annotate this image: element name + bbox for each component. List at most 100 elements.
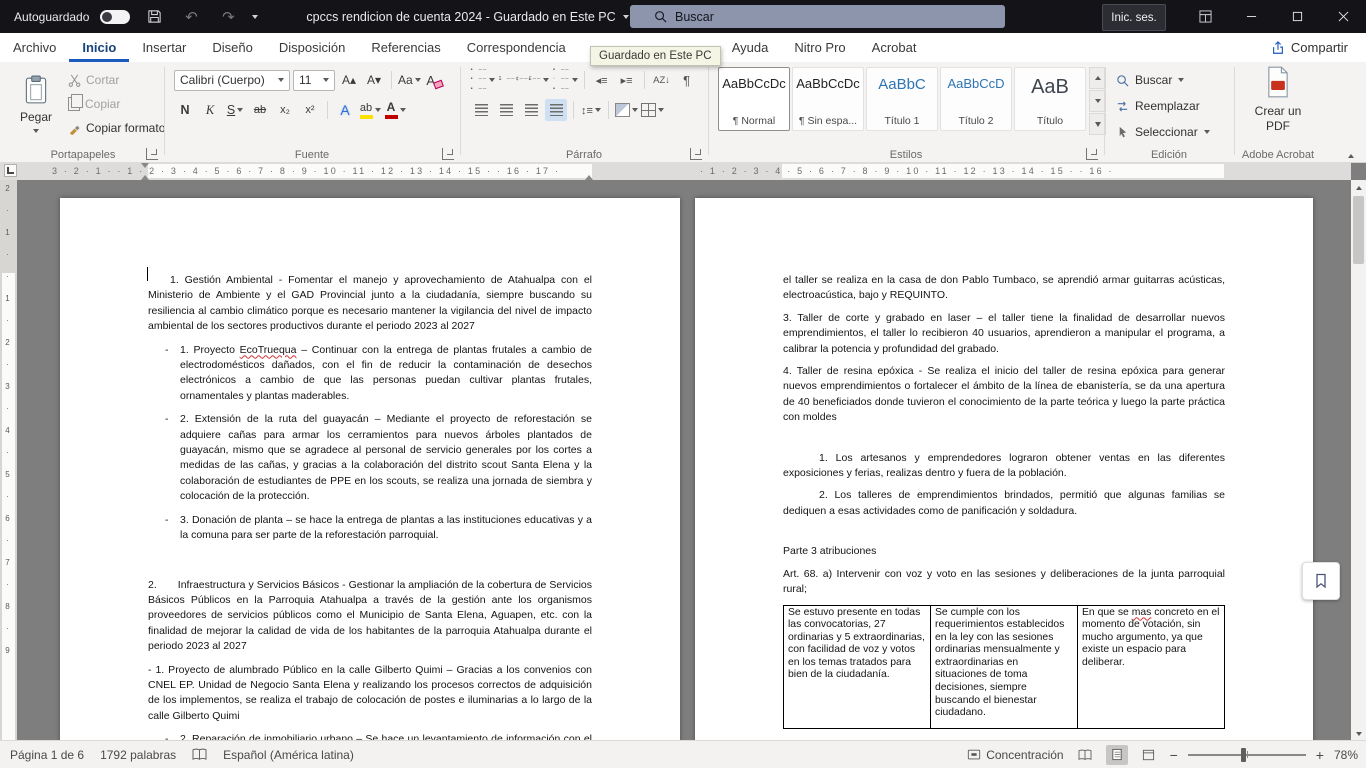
superscript-button[interactable]: x²: [299, 99, 321, 121]
tab-referencias[interactable]: Referencias: [358, 33, 453, 62]
language-indicator[interactable]: Español (América latina): [223, 748, 354, 762]
tab-diseno[interactable]: Diseño: [199, 33, 265, 62]
font-name-select[interactable]: Calibri (Cuerpo): [174, 70, 290, 91]
align-center-button[interactable]: [495, 99, 517, 121]
style-no-spacing[interactable]: AaBbCcDc ¶ Sin espa...: [792, 67, 864, 131]
change-case-button[interactable]: [398, 69, 421, 91]
zoom-in-button[interactable]: +: [1316, 748, 1324, 762]
tab-ayuda[interactable]: Ayuda: [719, 33, 782, 62]
style-title-label: Título: [1037, 115, 1063, 127]
style-normal[interactable]: AaBbCcDc ¶ Normal: [718, 67, 790, 131]
save-button[interactable]: [141, 5, 167, 29]
close-button[interactable]: [1320, 0, 1366, 33]
cut-button[interactable]: Cortar: [68, 69, 119, 91]
document-title-area[interactable]: cpccs rendicion de cuenta 2024 - Guardad…: [306, 10, 628, 24]
increase-indent-button[interactable]: [616, 69, 638, 91]
align-left-button[interactable]: [470, 99, 492, 121]
decrease-indent-button[interactable]: [591, 69, 613, 91]
tab-archivo[interactable]: Archivo: [0, 33, 69, 62]
bold-button[interactable]: N: [174, 99, 196, 121]
redo-button[interactable]: ↷: [215, 5, 241, 29]
style-normal-label: ¶ Normal: [733, 115, 775, 127]
print-layout-button[interactable]: [1106, 745, 1128, 765]
underline-button[interactable]: S: [224, 99, 246, 121]
styles-dialog-launcher[interactable]: [1086, 148, 1098, 160]
paste-button[interactable]: Pegar: [10, 68, 62, 144]
create-pdf-label: Crear un PDF: [1252, 104, 1304, 134]
text-effects-button[interactable]: [334, 99, 356, 121]
web-layout-button[interactable]: [1138, 745, 1160, 765]
font-color-button[interactable]: [384, 99, 406, 121]
search-box[interactable]: Buscar: [630, 5, 1005, 28]
zoom-out-button[interactable]: −: [1170, 748, 1178, 762]
read-mode-button[interactable]: [1074, 745, 1096, 765]
borders-button[interactable]: [641, 99, 664, 121]
style-heading2[interactable]: AaBbCcD Título 2: [940, 67, 1012, 131]
sort-button[interactable]: [651, 69, 673, 91]
page-indicator[interactable]: Página 1 de 6: [10, 748, 84, 762]
horizontal-ruler[interactable]: 3 · 2 · 1 · · 1 · 2 · 3 · 4 · 5 · 6 · 7 …: [0, 162, 1351, 180]
highlight-button[interactable]: [359, 99, 381, 121]
clipboard-dialog-launcher[interactable]: [146, 148, 158, 160]
grow-font-button[interactable]: [338, 69, 360, 91]
zoom-slider[interactable]: [1188, 754, 1306, 756]
paragraph-dialog-launcher[interactable]: [690, 148, 702, 160]
justify-icon: [550, 104, 563, 116]
word-count[interactable]: 1792 palabras: [100, 748, 176, 762]
style-title[interactable]: AaB Título: [1014, 67, 1086, 131]
focus-mode-button[interactable]: Concentración: [967, 748, 1063, 762]
strikethrough-button[interactable]: ab: [249, 99, 271, 121]
replace-button[interactable]: Reemplazar: [1116, 95, 1200, 117]
vertical-scrollbar[interactable]: [1351, 180, 1366, 741]
group-font: Calibri (Cuerpo) 11 N K S: [166, 62, 458, 146]
scroll-down-button[interactable]: [1351, 726, 1366, 741]
justify-button[interactable]: [545, 99, 567, 121]
page-2[interactable]: el taller se realiza en la casa de don P…: [695, 198, 1313, 741]
copy-button[interactable]: Copiar: [68, 93, 120, 115]
share-button[interactable]: Compartir: [1253, 33, 1366, 62]
page-1[interactable]: 1. Gestión Ambiental - Fomentar el manej…: [60, 198, 680, 741]
italic-button[interactable]: K: [199, 99, 221, 121]
tab-correspondencia[interactable]: Correspondencia: [454, 33, 579, 62]
maximize-button[interactable]: [1274, 0, 1320, 33]
scrollbar-thumb[interactable]: [1353, 196, 1364, 264]
autosave-toggle[interactable]: [100, 10, 130, 24]
vertical-ruler[interactable]: 2 · 1 · · 1 · 2 · 3 · 4 · 5 · 6 · 7 · 8 …: [0, 180, 17, 741]
find-button[interactable]: Buscar: [1116, 69, 1184, 91]
numbering-button[interactable]: [498, 69, 549, 91]
style-heading1[interactable]: AaBbC Título 1: [866, 67, 938, 131]
show-marks-button[interactable]: [676, 69, 698, 91]
tab-acrobat[interactable]: Acrobat: [859, 33, 930, 62]
select-button[interactable]: Seleccionar: [1116, 121, 1210, 143]
tab-selector[interactable]: [4, 164, 17, 177]
bullets-button[interactable]: [470, 69, 495, 91]
font-size-select[interactable]: 11: [293, 70, 335, 91]
bookmark-margin-button[interactable]: [1302, 562, 1340, 600]
font-dialog-launcher[interactable]: [442, 148, 454, 160]
format-painter-button[interactable]: Copiar formato: [68, 117, 165, 139]
proofing-icon[interactable]: [192, 748, 207, 761]
right-indent-marker[interactable]: [585, 171, 593, 180]
collapse-ribbon-button[interactable]: [1348, 154, 1354, 158]
sign-in-button[interactable]: Inic. ses.: [1102, 4, 1166, 31]
minimize-button[interactable]: [1228, 0, 1274, 33]
multilevel-list-button[interactable]: [552, 69, 577, 91]
tab-insertar[interactable]: Insertar: [129, 33, 199, 62]
zoom-slider-thumb[interactable]: [1241, 748, 1246, 762]
ribbon-display-options-button[interactable]: [1182, 0, 1228, 33]
create-pdf-button[interactable]: Crear un PDF: [1236, 66, 1320, 134]
clear-formatting-button[interactable]: [424, 69, 446, 91]
subscript-button[interactable]: x₂: [274, 99, 296, 121]
tab-inicio[interactable]: Inicio: [69, 33, 129, 62]
quick-access-chevron-icon[interactable]: [252, 15, 258, 19]
tab-disposicion[interactable]: Disposición: [266, 33, 358, 62]
zoom-level[interactable]: 78%: [1334, 748, 1358, 762]
shrink-font-button[interactable]: [363, 69, 385, 91]
line-spacing-button[interactable]: [580, 99, 602, 121]
shading-button[interactable]: [615, 99, 638, 121]
hanging-indent-marker[interactable]: [141, 171, 149, 180]
tab-nitro-pro[interactable]: Nitro Pro: [781, 33, 858, 62]
scroll-up-button[interactable]: [1351, 180, 1366, 195]
align-right-button[interactable]: [520, 99, 542, 121]
undo-button[interactable]: ↶: [178, 5, 204, 29]
